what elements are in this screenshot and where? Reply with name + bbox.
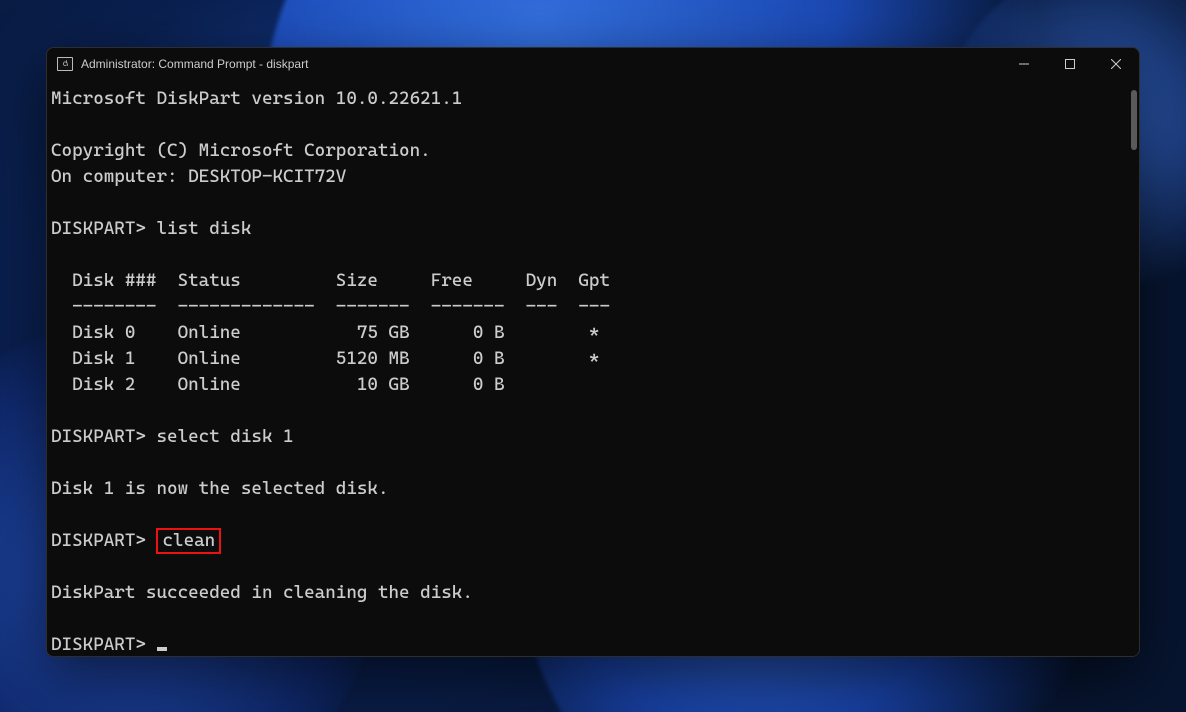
table-row: Disk 0 Online 75 GB 0 B * (51, 322, 599, 343)
prompt-line: DISKPART> clean (51, 530, 221, 551)
maximize-button[interactable] (1047, 48, 1093, 80)
titlebar[interactable]: c\ Administrator: Command Prompt - diskp… (47, 48, 1139, 80)
output-line: On computer: DESKTOP-KCIT72V (51, 166, 346, 187)
prompt-line: DISKPART> (51, 634, 167, 655)
table-row: Disk 1 Online 5120 MB 0 B * (51, 348, 599, 369)
minimize-button[interactable] (1001, 48, 1047, 80)
output-line: Disk 1 is now the selected disk. (51, 478, 389, 499)
cmd-icon: c\ (57, 57, 73, 71)
highlighted-command: clean (156, 528, 221, 554)
scrollbar-thumb[interactable] (1131, 90, 1137, 150)
terminal-output[interactable]: Microsoft DiskPart version 10.0.22621.1 … (47, 80, 1139, 656)
window-title: Administrator: Command Prompt - diskpart (81, 57, 308, 71)
window-controls (1001, 48, 1139, 80)
prompt-prefix: DISKPART> (51, 530, 156, 551)
prompt-line: DISKPART> list disk (51, 218, 251, 239)
output-line: DiskPart succeeded in cleaning the disk. (51, 582, 473, 603)
prompt-line: DISKPART> select disk 1 (51, 426, 294, 447)
table-divider: -------- ------------- ------- ------- -… (51, 296, 610, 317)
table-header: Disk ### Status Size Free Dyn Gpt (51, 270, 610, 291)
desktop-background: c\ Administrator: Command Prompt - diskp… (0, 0, 1186, 712)
output-line: Copyright (C) Microsoft Corporation. (51, 140, 431, 161)
table-row: Disk 2 Online 10 GB 0 B (51, 374, 505, 395)
output-line: Microsoft DiskPart version 10.0.22621.1 (51, 88, 462, 109)
command-prompt-window: c\ Administrator: Command Prompt - diskp… (46, 47, 1140, 657)
prompt-prefix: DISKPART> (51, 634, 156, 655)
close-button[interactable] (1093, 48, 1139, 80)
cursor (157, 647, 167, 651)
